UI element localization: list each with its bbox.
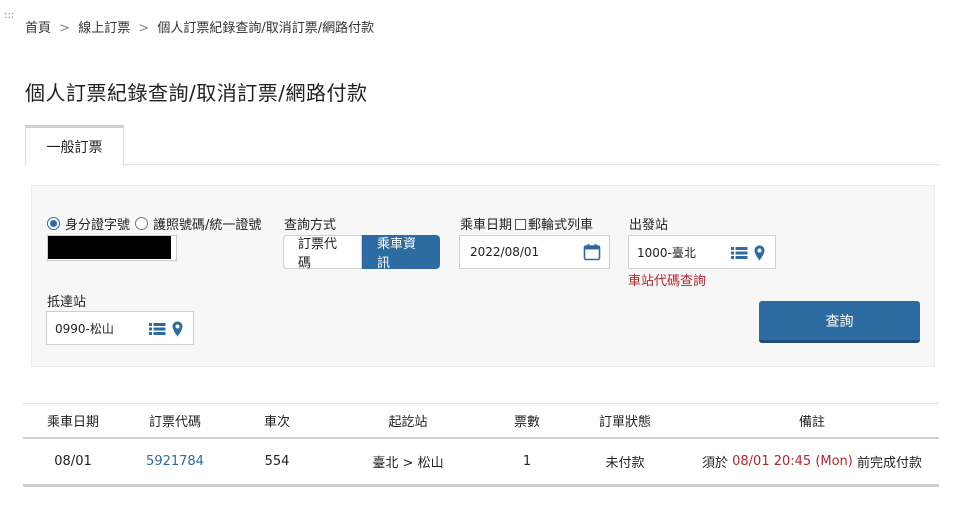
id-type-radio-group: 身分證字號 護照號碼/統一證號 xyxy=(47,214,266,233)
ride-date-label: 乘車日期 xyxy=(460,218,513,233)
station-code-lookup-link[interactable]: 車站代碼查詢 xyxy=(628,270,706,289)
row-route: 臺北 > 松山 xyxy=(372,456,444,471)
map-pin-icon[interactable] xyxy=(754,245,765,261)
page-title: 個人訂票紀錄查詢/取消訂票/網路付款 xyxy=(25,81,368,105)
header-train-number: 車次 xyxy=(263,415,290,430)
radio-id-number[interactable] xyxy=(47,217,60,230)
header-order-status: 訂單狀態 xyxy=(598,415,651,430)
arrival-station-value: 0990-松山 xyxy=(55,321,114,336)
arrival-label: 抵達站 xyxy=(47,295,87,310)
row-booking-code-link[interactable]: 5921784 xyxy=(123,439,227,484)
departure-station-icons xyxy=(731,245,765,261)
ride-date-label-row: 乘車日期 郵輪式列車 xyxy=(460,214,593,233)
row-train-number: 554 xyxy=(264,454,290,469)
arrival-station-input[interactable]: 0990-松山 xyxy=(46,311,194,345)
row-note-suffix: 前完成付款 xyxy=(857,456,923,471)
departure-station-input[interactable]: 1000-臺北 xyxy=(628,235,776,269)
radio-id-number-label[interactable]: 身分證字號 xyxy=(65,214,130,233)
arrival-station-icons xyxy=(149,321,183,337)
row-note: 須於 08/01 20:45 (Mon) 前完成付款 xyxy=(685,439,939,484)
radio-passport-label[interactable]: 護照號碼/統一證號 xyxy=(153,214,261,233)
tab-bar: 一般訂票 xyxy=(25,125,940,166)
header-ride-date: 乘車日期 xyxy=(46,415,99,430)
query-button[interactable]: 查詢 xyxy=(759,301,920,343)
departure-label: 出發站 xyxy=(629,218,669,233)
query-by-train-button[interactable]: 乘車資訊 xyxy=(362,235,440,271)
ride-date-value: 2022/08/01 xyxy=(470,245,540,259)
departure-station-value: 1000-臺北 xyxy=(637,245,696,260)
map-pin-icon[interactable] xyxy=(172,321,183,337)
breadcrumb-online-booking[interactable]: 線上訂票 xyxy=(78,21,130,36)
header-route: 起訖站 xyxy=(388,415,428,430)
table-row: 08/01 5921784 554 臺北 > 松山 1 未付款 須於 08/01… xyxy=(23,439,939,487)
breadcrumb-separator: > xyxy=(138,21,150,36)
booking-results-table: 乘車日期 訂票代碼 車次 起訖站 票數 訂單狀態 備註 08/01 592178… xyxy=(23,403,939,487)
query-method-toggle: 訂票代碼 乘車資訊 xyxy=(283,235,440,271)
row-ticket-count: 1 xyxy=(522,454,532,469)
breadcrumb: 首頁 > 線上訂票 > 個人訂票紀錄查詢/取消訂票/網路付款 xyxy=(25,17,374,36)
breadcrumb-home[interactable]: 首頁 xyxy=(25,21,51,36)
breadcrumb-separator: > xyxy=(59,21,71,36)
id-number-input[interactable] xyxy=(47,235,177,261)
radio-passport[interactable] xyxy=(135,217,149,230)
row-note-prefix: 須於 xyxy=(701,456,728,471)
list-icon[interactable] xyxy=(731,246,748,260)
header-booking-code: 訂票代碼 xyxy=(148,415,201,430)
query-by-code-button[interactable]: 訂票代碼 xyxy=(283,235,362,271)
list-icon[interactable] xyxy=(149,322,166,336)
query-method-label: 查詢方式 xyxy=(284,218,337,233)
table-header: 乘車日期 訂票代碼 車次 起訖站 票數 訂單狀態 備註 xyxy=(23,403,939,439)
grip-dots-icon: ::: xyxy=(4,10,15,21)
ride-date-input[interactable]: 2022/08/01 xyxy=(459,235,610,269)
postal-train-label[interactable]: 郵輪式列車 xyxy=(528,218,593,233)
tab-general-booking[interactable]: 一般訂票 xyxy=(25,125,124,166)
row-order-status: 未付款 xyxy=(605,456,645,471)
header-note: 備註 xyxy=(798,415,825,430)
row-note-deadline: 08/01 20:45 (Mon) xyxy=(732,454,853,469)
postal-train-checkbox[interactable] xyxy=(515,219,527,230)
breadcrumb-current: 個人訂票紀錄查詢/取消訂票/網路付款 xyxy=(157,21,375,36)
row-ride-date: 08/01 xyxy=(54,454,92,469)
redacted-id-mask xyxy=(48,236,171,259)
header-ticket-count: 票數 xyxy=(513,415,540,430)
calendar-icon[interactable] xyxy=(583,243,601,261)
